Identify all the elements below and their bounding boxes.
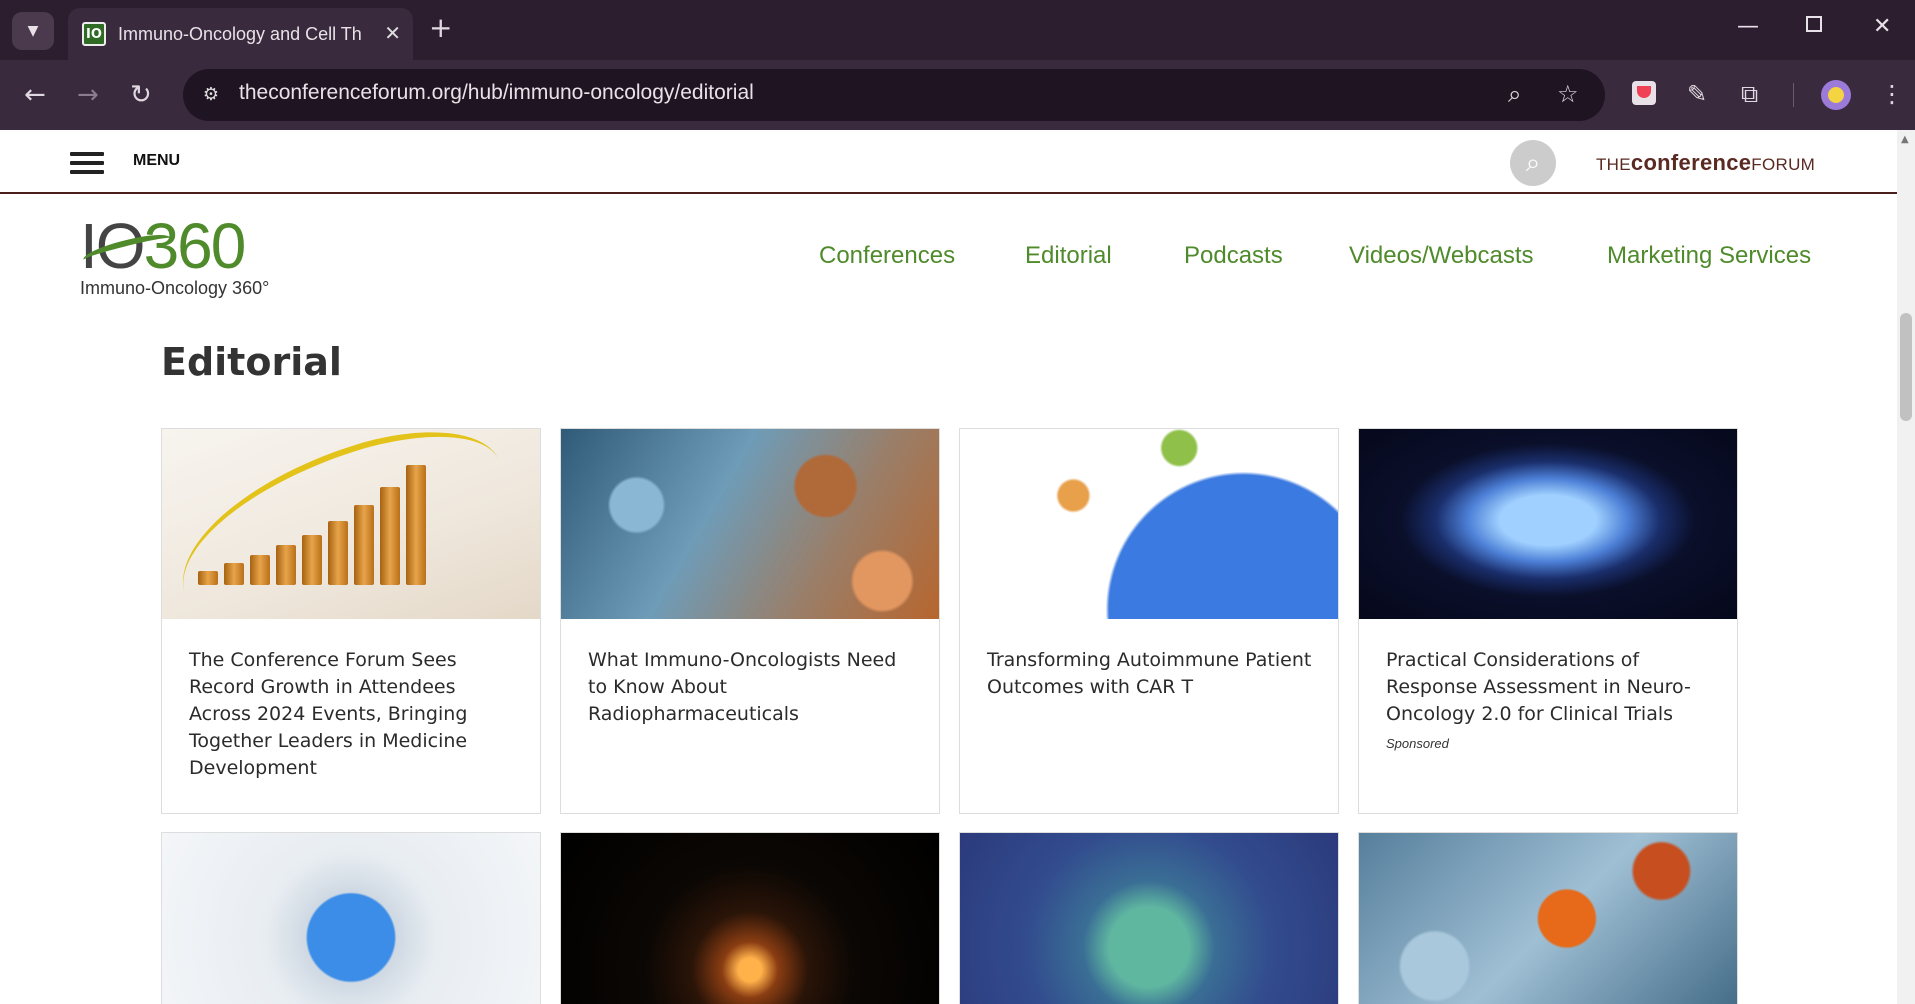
url-text[interactable]: theconferenceforum.org/hub/immuno-oncolo… (239, 81, 754, 105)
close-icon[interactable]: ✕ (384, 21, 401, 45)
star-icon[interactable]: ☆ (1557, 80, 1579, 108)
nav-videos-webcasts[interactable]: Videos/Webcasts (1349, 242, 1534, 270)
window-close-icon[interactable]: ✕ (1873, 14, 1891, 39)
nav-marketing-services[interactable]: Marketing Services (1607, 242, 1811, 270)
article-card[interactable]: Transforming Autoimmune Patient Outcomes… (959, 428, 1339, 814)
light-bulb-image[interactable] (561, 833, 939, 1004)
io360-logo[interactable]: IO360 Immuno-Oncology 360° (78, 214, 298, 306)
minimize-icon[interactable]: — (1737, 14, 1759, 39)
article-card[interactable] (161, 832, 541, 1004)
forward-icon[interactable]: → (77, 80, 99, 110)
page-scrollbar[interactable] (1897, 130, 1915, 1004)
article-card[interactable]: What Immuno-Oncologists Need to Know Abo… (560, 428, 940, 814)
kebab-menu-icon[interactable]: ⋮ (1880, 80, 1904, 108)
tumor-cells-image[interactable] (1359, 833, 1737, 1004)
card-title[interactable]: Practical Considerations of Response Ass… (1386, 647, 1712, 728)
article-card[interactable] (1358, 832, 1738, 1004)
scroll-up-arrow-icon[interactable]: ▲ (1901, 134, 1909, 145)
nav-conferences[interactable]: Conferences (819, 242, 955, 270)
t-cell-image[interactable] (960, 833, 1338, 1004)
favicon-icon: IO (82, 22, 106, 46)
menu-button[interactable]: MENU (133, 152, 180, 170)
search-icon[interactable]: ⌕ (1510, 140, 1556, 186)
extensions-icon[interactable]: ⧉ (1741, 80, 1758, 108)
profile-avatar[interactable] (1821, 80, 1851, 110)
reload-icon[interactable]: ↻ (130, 80, 152, 110)
toolbar-divider (1793, 83, 1794, 107)
article-card[interactable] (560, 832, 940, 1004)
back-icon[interactable]: ← (24, 80, 46, 110)
plus-icon[interactable]: + (429, 14, 452, 42)
pen-icon[interactable]: ✎ (1687, 80, 1707, 108)
zoom-icon[interactable]: ⌕ (1508, 80, 1521, 108)
nav-podcasts[interactable]: Podcasts (1184, 242, 1283, 270)
puzzle-magnifier-image[interactable] (162, 833, 540, 1004)
article-card[interactable]: Practical Considerations of Response Ass… (1358, 428, 1738, 814)
site-info-icon[interactable]: ⚙ (197, 81, 225, 109)
card-title[interactable]: Transforming Autoimmune Patient Outcomes… (987, 647, 1313, 701)
conference-forum-logo[interactable]: THEconferenceFORUM (1596, 150, 1815, 176)
web-page: MENU ⌕ THEconferenceFORUM IO360 Immuno-O… (0, 130, 1897, 1004)
address-bar[interactable]: ⚙ theconferenceforum.org/hub/immuno-onco… (183, 69, 1605, 121)
browser-toolbar: ← → ↻ ⚙ theconferenceforum.org/hub/immun… (0, 60, 1915, 130)
cancer-cells-image[interactable] (561, 429, 939, 619)
browser-tab-bar: ▼ IO Immuno-Oncology and Cell Th ✕ + — ✕ (0, 0, 1915, 60)
hamburger-icon[interactable] (70, 152, 104, 174)
article-card[interactable]: The Conference Forum Sees Record Growth … (161, 428, 541, 814)
car-t-cells-image[interactable] (960, 429, 1338, 619)
chevron-down-icon: ▼ (27, 23, 39, 39)
logo-subtitle: Immuno-Oncology 360° (80, 278, 270, 298)
tab-search-button[interactable]: ▼ (12, 12, 54, 50)
scrollbar-thumb[interactable] (1900, 313, 1912, 421)
page-title: Editorial (161, 340, 342, 384)
nav-editorial[interactable]: Editorial (1025, 242, 1112, 270)
growth-chart-image[interactable] (162, 429, 540, 619)
card-title[interactable]: What Immuno-Oncologists Need to Know Abo… (588, 647, 914, 728)
pocket-icon[interactable] (1632, 81, 1656, 105)
maximize-icon[interactable] (1806, 16, 1822, 32)
card-title[interactable]: The Conference Forum Sees Record Growth … (189, 647, 515, 782)
tab-title: Immuno-Oncology and Cell Th (118, 23, 362, 44)
article-card[interactable] (959, 832, 1339, 1004)
site-header: MENU ⌕ THEconferenceFORUM (0, 130, 1897, 194)
sponsored-label: Sponsored (1386, 736, 1449, 751)
browser-tab[interactable]: IO Immuno-Oncology and Cell Th ✕ (68, 8, 413, 60)
brain-scan-image[interactable] (1359, 429, 1737, 619)
